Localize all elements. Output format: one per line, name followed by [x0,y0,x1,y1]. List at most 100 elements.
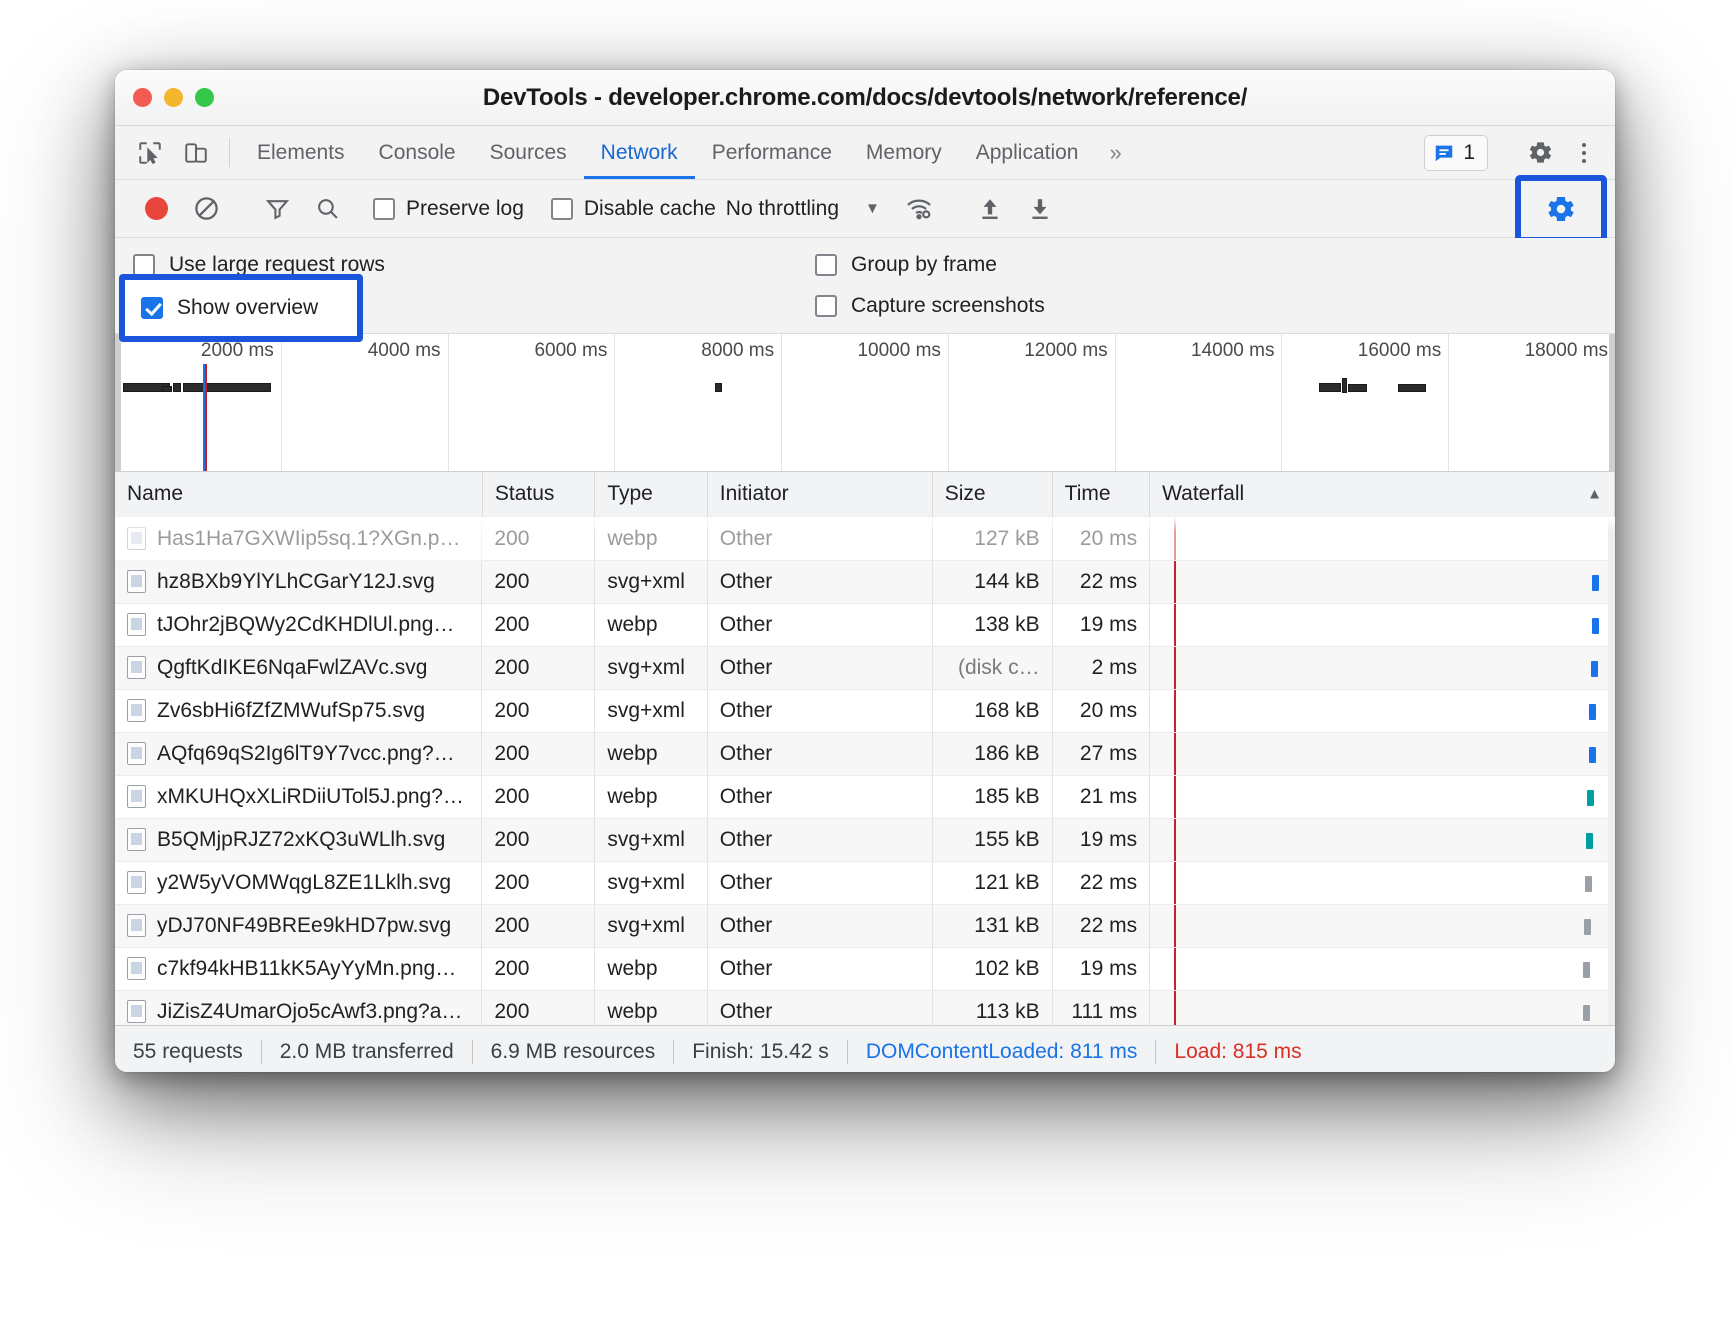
tab-console[interactable]: Console [362,126,473,179]
network-settings-highlight[interactable] [1515,174,1607,243]
show-overview-box[interactable] [141,297,163,319]
waterfall-bar [1590,661,1598,677]
more-tabs-icon[interactable]: » [1095,126,1135,179]
overview-tick-label: 2000 ms [200,340,274,361]
minimize-button[interactable] [164,88,183,107]
table-row[interactable]: c7kf94kHB11kK5AyYyMn.png… 200 webp Other 102… [115,947,1615,991]
table-scrollbar[interactable] [1608,517,1615,1025]
requests-table: Name Status Type Initiator Size Time Wat… [115,472,1615,1025]
table-row[interactable]: yDJ70NF49BREe9kHD7pw.svg 200 svg+xml Other 1… [115,904,1615,948]
tab-network[interactable]: Network [583,126,695,179]
table-row[interactable]: Has1Ha7GXWIip5sq.1?XGn.png... 200 webp Othe… [115,517,1615,561]
capture-screenshots-checkbox[interactable]: Capture screenshots [815,294,1045,318]
waterfall-bar [1591,575,1599,591]
issues-button[interactable]: 1 [1424,134,1488,171]
waterfall-bar [1591,618,1599,634]
column-header-waterfall[interactable]: Waterfall ▲ [1149,472,1615,518]
tab-elements[interactable]: Elements [240,126,362,179]
preserve-log-box[interactable] [373,197,395,220]
table-row[interactable]: xMKUHQxXLiRDiiUTol5J.png?… 200 webp Other 18… [115,775,1615,819]
overview-tick-label: 10000 ms [857,340,941,361]
cell-waterfall [1149,603,1615,647]
overview-ruler: 2000 ms 4000 ms 6000 ms 8000 ms 10000 ms… [115,334,1615,471]
overview-window-left-handle[interactable] [115,334,121,471]
search-icon[interactable] [302,189,352,229]
requests-table-container[interactable]: Name Status Type Initiator Size Time Wat… [115,472,1615,1025]
gear-icon[interactable] [1545,193,1577,225]
table-row[interactable]: JiZisZ4UmarOjo5cAwf3.png?a… 200 webp Other 1… [115,990,1615,1025]
tab-sources[interactable]: Sources [473,126,584,179]
cell-waterfall [1149,947,1615,991]
cell-name: QgftKdIKE6NqaFwlZAVc.svg [115,646,483,690]
maximize-button[interactable] [195,88,214,107]
table-row[interactable]: Zv6sbHi6fZfZMWufSp75.svg 200 svg+xml Other 1… [115,689,1615,733]
table-row[interactable]: AQfq69qS2Ig6lT9Y7vcc.png?… 200 webp Other 18… [115,732,1615,776]
cell-waterfall [1149,818,1615,862]
capture-screenshots-box[interactable] [815,295,837,317]
group-by-frame-checkbox[interactable]: Group by frame [815,253,1045,277]
download-arrow-icon[interactable] [1015,189,1065,229]
network-overview-timeline[interactable]: 2000 ms 4000 ms 6000 ms 8000 ms 10000 ms… [115,334,1615,472]
use-large-request-rows-box[interactable] [133,254,155,276]
table-row[interactable]: hz8BXb9YlYLhCGarY12J.svg 200 svg+xml Other 1… [115,560,1615,604]
request-name: AQfq69qS2Ig6lT9Y7vcc.png?… [157,741,455,765]
table-row[interactable]: tJOhr2jBQWy2CdKHDlUl.png… 200 webp Other 138… [115,603,1615,647]
cell-name: xMKUHQxXLiRDiiUTol5J.png?… [115,775,483,819]
more-options-icon[interactable] [1567,142,1601,163]
cell-size: 127 kB [932,517,1053,561]
panel-tabs: Elements Console Sources Network Perform… [240,126,1136,179]
overview-tick-label: 12000 ms [1024,340,1108,361]
cell-initiator: Other [707,861,933,905]
column-header-initiator[interactable]: Initiator [707,472,933,518]
record-stop-icon[interactable] [131,189,181,229]
table-row[interactable]: y2W5yVOMWqgL8ZE1Lklh.svg 200 svg+xml Other 1… [115,861,1615,905]
column-header-status[interactable]: Status [482,472,596,518]
cell-type: svg+xml [594,560,708,604]
requests-table-header: Name Status Type Initiator Size Time Wat… [115,472,1615,518]
cell-name: Has1Ha7GXWIip5sq.1?XGn.png... [115,517,483,561]
throttling-select[interactable]: No throttling ▼ [726,197,894,221]
request-name: QgftKdIKE6NqaFwlZAVc.svg [157,655,428,679]
overview-window-right-handle[interactable] [1609,334,1615,471]
window-controls[interactable] [133,88,214,107]
wifi-settings-icon[interactable] [894,189,944,229]
devtools-window: DevTools - developer.chrome.com/docs/dev… [115,70,1615,1072]
tab-memory[interactable]: Memory [849,126,959,179]
request-name: hz8BXb9YlYLhCGarY12J.svg [157,569,435,593]
table-row[interactable]: QgftKdIKE6NqaFwlZAVc.svg 200 svg+xml Other(… [115,646,1615,690]
tab-application[interactable]: Application [959,126,1096,179]
clear-no-entry-icon[interactable] [181,189,231,229]
disable-cache-box[interactable] [550,197,573,220]
overview-tick-label: 6000 ms [534,340,608,361]
overview-cell: 2000 ms [115,334,282,471]
column-header-time[interactable]: Time [1052,472,1151,518]
cell-waterfall [1149,904,1615,948]
cell-waterfall [1149,775,1615,819]
cell-time: 20 ms [1052,689,1151,733]
filter-funnel-icon[interactable] [252,189,302,229]
cell-waterfall [1149,517,1615,561]
file-icon [127,914,146,937]
show-overview-highlight[interactable]: Show overview [119,274,363,342]
cell-name: y2W5yVOMWqgL8ZE1Lklh.svg [115,861,483,905]
device-toolbar-icon[interactable] [173,126,219,179]
close-button[interactable] [133,88,152,107]
column-header-type[interactable]: Type [594,472,708,518]
cell-time: 19 ms [1052,818,1151,862]
upload-arrow-icon[interactable] [965,189,1015,229]
table-row[interactable]: B5QMjpRJZ72xKQ3uWLlh.svg 200 svg+xml Other 1… [115,818,1615,862]
column-header-size[interactable]: Size [932,472,1053,518]
column-header-name[interactable]: Name [115,472,483,518]
cell-name: yDJ70NF49BREe9kHD7pw.svg [115,904,483,948]
tab-performance[interactable]: Performance [695,126,849,179]
file-icon [127,699,146,722]
preserve-log-checkbox[interactable]: Preserve log [373,197,524,221]
disable-cache-checkbox[interactable]: Disable cache [550,197,716,221]
group-by-frame-box[interactable] [815,254,837,276]
file-icon [127,527,146,550]
gear-icon[interactable] [1517,139,1563,166]
cursor-select-icon[interactable] [127,126,173,179]
request-name: JiZisZ4UmarOjo5cAwf3.png?a… [157,999,463,1023]
network-statusbar: 55 requests 2.0 MB transferred 6.9 MB re… [115,1025,1615,1072]
overview-request-bar [715,383,722,393]
